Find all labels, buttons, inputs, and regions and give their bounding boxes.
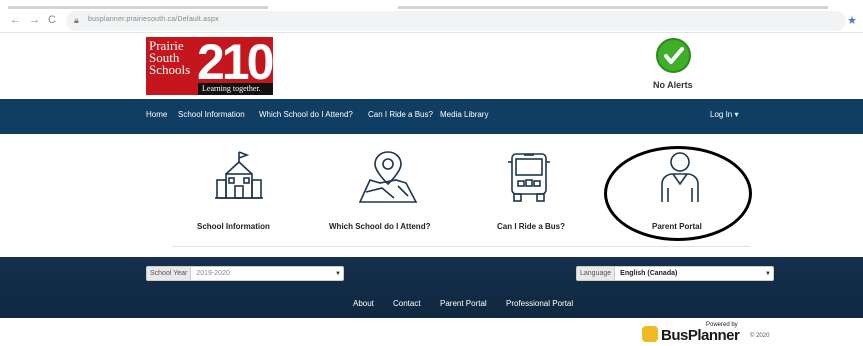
main-navbar: Home School Information Which School do … — [0, 99, 863, 134]
logo-name: Prairie South Schools — [149, 39, 191, 77]
busplanner-logo[interactable]: BusPlanner — [661, 327, 740, 344]
copyright: © 2020 — [750, 333, 770, 339]
nav-home[interactable]: Home — [146, 110, 167, 119]
nav-school-information[interactable]: School Information — [178, 110, 245, 119]
footer-link-about[interactable]: About — [353, 299, 374, 308]
chevron-down-icon: ▼ — [335, 270, 341, 277]
checkmark-icon — [656, 38, 691, 73]
tile-can-i-ride[interactable] — [506, 150, 552, 211]
highlight-ring — [604, 146, 752, 241]
nav-media-library[interactable]: Media Library — [440, 110, 488, 119]
chevron-down-icon: ▼ — [765, 270, 771, 277]
footer-link-parent-portal[interactable]: Parent Portal — [440, 299, 487, 308]
tile-school-information[interactable] — [214, 150, 264, 211]
nav-which-school[interactable]: Which School do I Attend? — [259, 110, 353, 119]
alert-status: No Alerts — [653, 80, 693, 90]
school-year-value: 2019-2020 — [196, 270, 230, 277]
tab-strip — [0, 0, 863, 10]
tile-label[interactable]: Which School do I Attend? — [329, 222, 430, 231]
tile-label[interactable]: Can I Ride a Bus? — [497, 222, 565, 231]
school-year-label: School Year — [147, 267, 192, 280]
login-menu[interactable]: Log In ▾ — [710, 110, 738, 119]
forward-icon[interactable]: → — [29, 14, 40, 26]
logo-tagline: Learning together. — [198, 83, 273, 95]
tile-label[interactable]: School Information — [197, 222, 270, 231]
lock-icon: 🔒︎ — [74, 15, 79, 25]
section-divider — [172, 246, 750, 247]
bookmark-star-icon[interactable]: ★ — [847, 14, 857, 27]
browser-nav: ← → C — [10, 14, 56, 26]
school-building-icon — [215, 151, 263, 199]
url-text: busplanner.prairiesouth.ca/Default.aspx — [88, 16, 219, 23]
language-label: Language — [577, 267, 616, 280]
tab-indicator — [398, 6, 828, 9]
footer-link-professional-portal[interactable]: Professional Portal — [506, 299, 573, 308]
reload-icon[interactable]: C — [48, 14, 56, 26]
back-icon[interactable]: ← — [10, 14, 21, 26]
browser-toolbar: ← → C 🔒︎ busplanner.prairiesouth.ca/Defa… — [0, 0, 863, 33]
logo-name-line: Schools — [149, 62, 191, 77]
address-bar[interactable]: 🔒︎ busplanner.prairiesouth.ca/Default.as… — [66, 11, 846, 31]
nav-can-i-ride[interactable]: Can I Ride a Bus? — [368, 110, 433, 119]
tab-indicator — [8, 6, 268, 9]
bus-icon — [508, 153, 550, 202]
tile-which-school[interactable] — [358, 150, 418, 211]
prairie-south-logo[interactable]: Prairie South Schools 210 Learning toget… — [146, 34, 274, 95]
language-select[interactable]: Language English (Canada) ▼ — [576, 266, 774, 281]
busplanner-bus-icon — [642, 326, 658, 342]
school-year-select[interactable]: School Year 2019-2020 ▼ — [146, 266, 344, 281]
language-value: English (Canada) — [620, 270, 678, 277]
logo-number: 210 — [197, 34, 274, 90]
map-pin-icon — [358, 151, 418, 203]
footer-link-contact[interactable]: Contact — [393, 299, 421, 308]
